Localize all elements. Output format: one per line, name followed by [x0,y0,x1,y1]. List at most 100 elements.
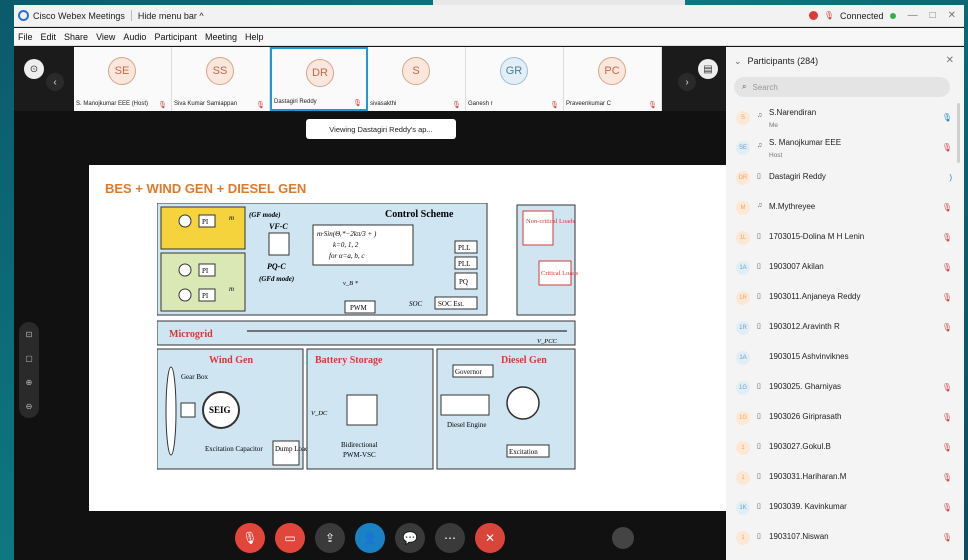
menu-item-audio[interactable]: Audio [123,32,146,42]
collapse-chevron-icon[interactable]: ⌄ [734,56,742,67]
participant-row[interactable]: SE ♫ S. Manojkumar EEE Host 🎙 [726,133,964,163]
participant-name: 1903011.Anjaneya Reddy [769,292,861,301]
mic-muted-icon: 🎙 [648,102,657,109]
participant-row[interactable]: 1K ▯ 1903039. Kavinkumar 🎙 [726,493,964,523]
minimize-icon[interactable]: — [908,10,918,21]
more-options-button[interactable]: ⋯ [435,523,465,553]
diesel-engine-label: Diesel Engine [447,421,486,429]
turbine-blade [165,366,177,456]
video-thumbnail[interactable]: GR Ganesh r 🎙 [466,47,564,111]
participant-row[interactable]: 1 ▯ 1903107.Niswan 🎙 [726,523,964,553]
webex-logo-icon [18,10,29,21]
layout-icon[interactable]: ⊙ [24,59,44,79]
close-window-icon[interactable]: ✕ [948,10,956,21]
microgrid-bar [157,320,576,346]
thumbnail-row: SE S. Manojkumar EEE (Host) 🎙 SS Siva Kumar … [74,47,662,111]
video-button[interactable]: ▭ [275,523,305,553]
grid-view-icon[interactable]: ▤ [698,59,718,79]
avatar: SS [206,57,234,85]
zoom-out-icon[interactable]: ⊖ [26,402,33,411]
mic-muted-icon[interactable]: 🎙 [942,323,952,332]
avatar: 1 [736,531,750,545]
participant-row[interactable]: 1R ▯ 1903011.Anjaneya Reddy 🎙 [726,283,964,313]
device-icon: ▯ [757,503,761,510]
video-thumbnail[interactable]: Ssivasakthi 🎙 [368,47,466,111]
close-panel-icon[interactable]: ✕ [946,55,954,66]
video-thumbnail[interactable]: PC Praveenkumar C 🎙 [564,47,662,111]
chat-button[interactable]: 💬 [395,523,425,553]
mic-muted-icon[interactable]: 🎙 [942,383,952,392]
mic-muted-icon[interactable]: 🎙 [942,503,952,512]
video-thumbnail[interactable]: DR Dastagiri Reddy 🎙 [270,47,368,111]
mic-muted-icon: 🎙 [452,102,461,109]
m-label-2: m [229,285,234,293]
mode-switch [268,232,290,256]
participant-row[interactable]: 1L ▯ 1703015-Dolina M H Lenin 🎙 [726,223,964,253]
video-strip: ⊙ ‹ SE S. Manojkumar EEE (Host) 🎙 SS Siva Ku… [14,47,726,111]
participant-row[interactable]: 1A 1903015 Ashvinviknes [726,343,964,373]
menu-item-share[interactable]: Share [64,32,88,42]
mic-muted-icon[interactable]: 🎙 [942,203,952,212]
fit-icon[interactable]: ⊡ [26,330,33,339]
participant-row[interactable]: 1 ▯ 1903031.Hariharan.M 🎙 [726,463,964,493]
pq-control-block [160,252,246,312]
annotate-icon[interactable]: ▢ [25,354,33,363]
title-right: 🎙 Connected — □ ✕ [808,10,956,21]
participant-row[interactable]: 1 ▯ 1903027.Gokul.B 🎙 [726,433,964,463]
mic-muted-icon[interactable]: 🎙 [942,473,952,482]
mute-button[interactable]: 🎙 [235,523,265,553]
mic-muted-icon[interactable]: 🎙 [942,293,952,302]
menu-item-file[interactable]: File [18,32,33,42]
share-button[interactable]: ⇪ [315,523,345,553]
participants-button[interactable]: 👤 [355,523,385,553]
participant-name: 1903025. Gharniyas [769,382,842,391]
menu-item-view[interactable]: View [96,32,115,42]
mic-muted-icon[interactable]: 🎙 [942,263,952,272]
strip-next-icon[interactable]: › [678,73,696,91]
participant-row[interactable]: 1A ▯ 1903007 Akilan 🎙 [726,253,964,283]
mic-on-icon[interactable]: 🎙 [942,113,952,122]
participant-row[interactable]: 1R ▯ 1903012.Aravinth R 🎙 [726,313,964,343]
video-thumbnail[interactable]: SS Siva Kumar Samiappan 🎙 [172,47,270,111]
leave-meeting-button[interactable]: ✕ [475,523,505,553]
menu-item-edit[interactable]: Edit [41,32,57,42]
maximize-icon[interactable]: □ [930,10,936,21]
search-input[interactable]: ⌕ Search [734,77,950,97]
mic-on-icon[interactable]: ) [949,173,952,182]
menu-item-participant[interactable]: Participant [154,32,197,42]
vpcc-label: V_PCC [537,338,558,345]
circuit-diagram: PI PI PI m m (GF mode) VF-C PQ-C (GFd mo… [157,203,578,470]
mic-muted-icon: 🎙 [256,102,265,109]
vdc-label: V_DC [311,410,328,417]
governor-label: Governor [455,368,482,376]
pq-c-label: PQ-C [267,262,286,271]
video-thumbnail[interactable]: SE S. Manojkumar EEE (Host) 🎙 [74,47,172,111]
mic-muted-icon[interactable]: 🎙 [942,413,952,422]
participant-scrollbar[interactable] [957,103,960,163]
record-icon[interactable] [808,11,818,20]
avatar: 1R [736,321,750,335]
hide-menu-bar-button[interactable]: Hide menu bar ^ [138,11,204,21]
participant-row[interactable]: S ♫ S.Narendiran Me 🎙 [726,103,964,133]
participant-row[interactable]: 1G ▯ 1903025. Gharniyas 🎙 [726,373,964,403]
zoom-in-icon[interactable]: ⊕ [26,378,33,387]
self-view-icon[interactable] [612,527,634,549]
participant-role: Me [769,122,779,129]
mic-muted-icon[interactable]: 🎙 [942,533,952,542]
thumbnail-name: S. Manojkumar EEE (Host) [76,100,149,107]
gfd-mode-label: (GFd mode) [259,275,294,283]
mic-muted-icon[interactable]: 🎙 [942,143,952,152]
avatar: DR [736,171,750,185]
participant-row[interactable]: 1G ▯ 1903026 Giriprasath 🎙 [726,403,964,433]
menu-item-help[interactable]: Help [245,32,264,42]
menu-item-meeting[interactable]: Meeting [205,32,237,42]
seig-label: SEIG [209,405,231,415]
participant-name: 1703015-Dolina M H Lenin [769,232,865,241]
participant-row[interactable]: M ♫ M.Mythreyee 🎙 [726,193,964,223]
strip-prev-icon[interactable]: ‹ [46,73,64,91]
mic-muted-icon[interactable]: 🎙 [942,233,952,242]
participant-row[interactable]: DR ▯ Dastagiri Reddy) [726,163,964,193]
avatar: 1A [736,351,750,365]
mic-muted-icon[interactable]: 🎙 [942,443,952,452]
device-icon: ▯ [757,383,761,390]
